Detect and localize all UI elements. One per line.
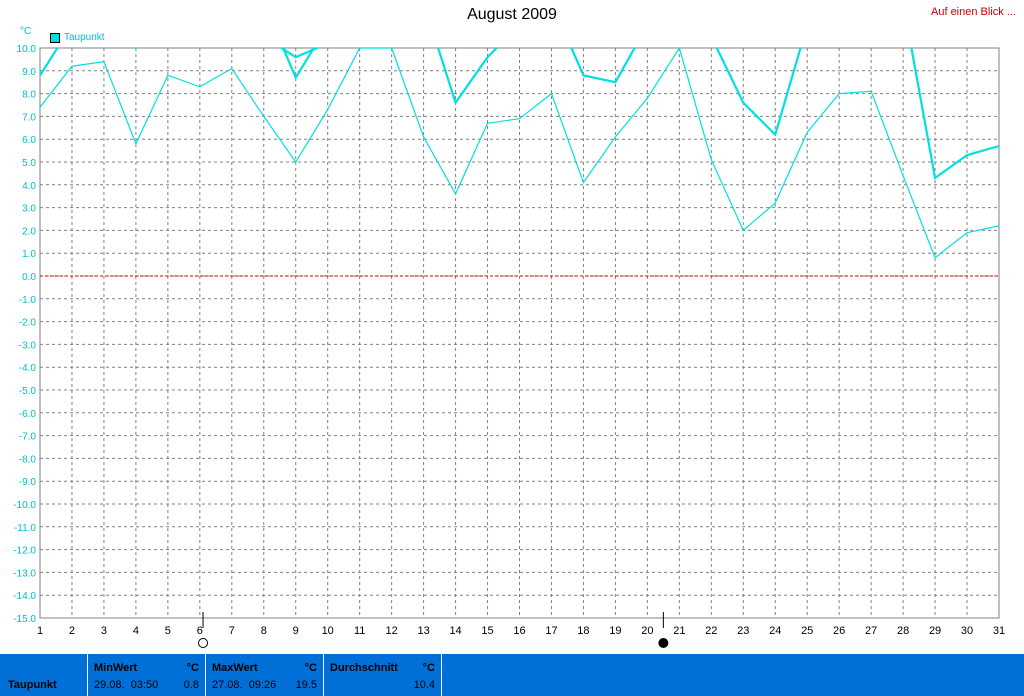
y-tick-label: 3.0 [22,204,36,215]
x-tick-label: 2 [69,625,75,637]
min-header: MinWert [94,662,138,674]
x-tick-label: 30 [961,625,973,637]
x-tick-label: 29 [929,625,941,637]
y-tick-label: -6.0 [19,409,37,420]
min-unit: °C [186,662,199,674]
legend-label: Taupunkt [64,32,105,43]
max-datetime: 27.08. 09:26 [212,679,276,691]
full-moon-icon [198,638,209,648]
chart-title: August 2009 [467,6,557,23]
y-tick-label: -9.0 [19,477,37,488]
max-header: MaxWert [212,662,258,674]
x-tick-label: 17 [545,625,557,637]
min-date: 29.08. [94,679,125,691]
y-tick-label: 7.0 [22,112,36,123]
stats-label-cell: Taupunkt [0,654,88,696]
y-tick-label: -14.0 [13,591,36,602]
x-tick-label: 19 [609,625,621,637]
legend-swatch [50,32,60,43]
min-datetime: 29.08. 03:50 [94,679,158,691]
x-tick-label: 22 [705,625,717,637]
x-tick-label: 9 [293,625,299,637]
y-tick-label: -4.0 [19,363,37,374]
y-tick-label: 6.0 [22,135,36,146]
max-date: 27.08. [212,679,243,691]
chart-legend: Taupunkt [50,32,105,43]
y-tick-label: 0.0 [22,272,36,283]
avg-value-cell: Durchschnitt °C 10.4 [324,654,442,696]
y-tick-label: -12.0 [13,546,36,557]
x-tick-label: 18 [577,625,589,637]
overview-link[interactable]: Auf einen Blick ... [931,6,1016,18]
stats-label: Taupunkt [8,679,57,691]
min-time: 03:50 [130,679,159,691]
y-tick-label: 1.0 [22,249,36,260]
y-tick-label: -1.0 [19,295,37,306]
avg-header: Durchschnitt [330,662,398,674]
x-tick-label: 11 [354,625,365,637]
max-value-cell: MaxWert °C 27.08. 09:26 19.5 [206,654,324,696]
y-tick-label: 5.0 [22,158,36,169]
x-tick-label: 26 [833,625,845,637]
y-tick-label: 4.0 [22,181,36,192]
y-tick-label: -11.0 [14,523,36,534]
x-tick-label: 6 [197,625,203,637]
y-tick-label: -13.0 [13,568,36,579]
x-tick-label: 23 [737,625,749,637]
dewpoint-chart: 10.0 9.0 8.0 7.0 6.0 5.0 4.0 3.0 2.0 1.0 0.0 -1.0 -2… [13,44,1005,648]
y-tick-label: 8.0 [22,90,36,101]
x-tick-label: 7 [229,625,235,637]
y-tick-label: -8.0 [19,454,37,465]
x-tick-label: 13 [417,625,429,637]
x-tick-label: 10 [322,625,334,637]
x-tick-label: 16 [513,625,525,637]
avg-value: 10.4 [413,679,435,691]
min-value-cell: MinWert °C 29.08. 03:50 0.8 [88,654,206,696]
x-tick-label: 3 [101,625,107,637]
x-tick-label: 15 [481,625,493,637]
y-tick-label: 9.0 [22,67,36,78]
new-moon-icon [658,638,669,648]
y-tick-label: -5.0 [19,386,37,397]
y-axis-unit: °C [20,26,32,37]
y-tick-label: -2.0 [19,318,37,329]
x-tick-label: 8 [261,625,267,637]
x-tick-label: 21 [673,625,685,637]
avg-unit: °C [422,662,435,674]
stats-footer: Taupunkt MinWert °C 29.08. 03:50 0.8 Max… [0,654,1024,696]
y-tick-label: -15.0 [13,614,36,625]
y-tick-label: -7.0 [19,432,37,443]
y-tick-label: 2.0 [22,226,36,237]
x-tick-label: 1 [37,625,43,637]
max-time: 09:26 [248,679,277,691]
min-value: 0.8 [183,679,199,691]
x-tick-label: 20 [641,625,653,637]
x-tick-label: 14 [449,625,461,637]
x-tick-label: 28 [897,625,909,637]
x-tick-label: 4 [133,625,139,637]
y-tick-label: -3.0 [19,340,37,351]
x-tick-label: 12 [386,625,398,637]
x-tick-label: 27 [865,625,877,637]
x-tick-label: 25 [801,625,813,637]
y-tick-label: -10.0 [13,500,36,511]
x-tick-label: 24 [769,625,781,637]
x-tick-label: 31 [993,625,1005,637]
x-tick-label: 5 [165,625,171,637]
max-value: 19.5 [295,679,317,691]
y-tick-label: 10.0 [17,44,37,55]
max-unit: °C [304,662,317,674]
